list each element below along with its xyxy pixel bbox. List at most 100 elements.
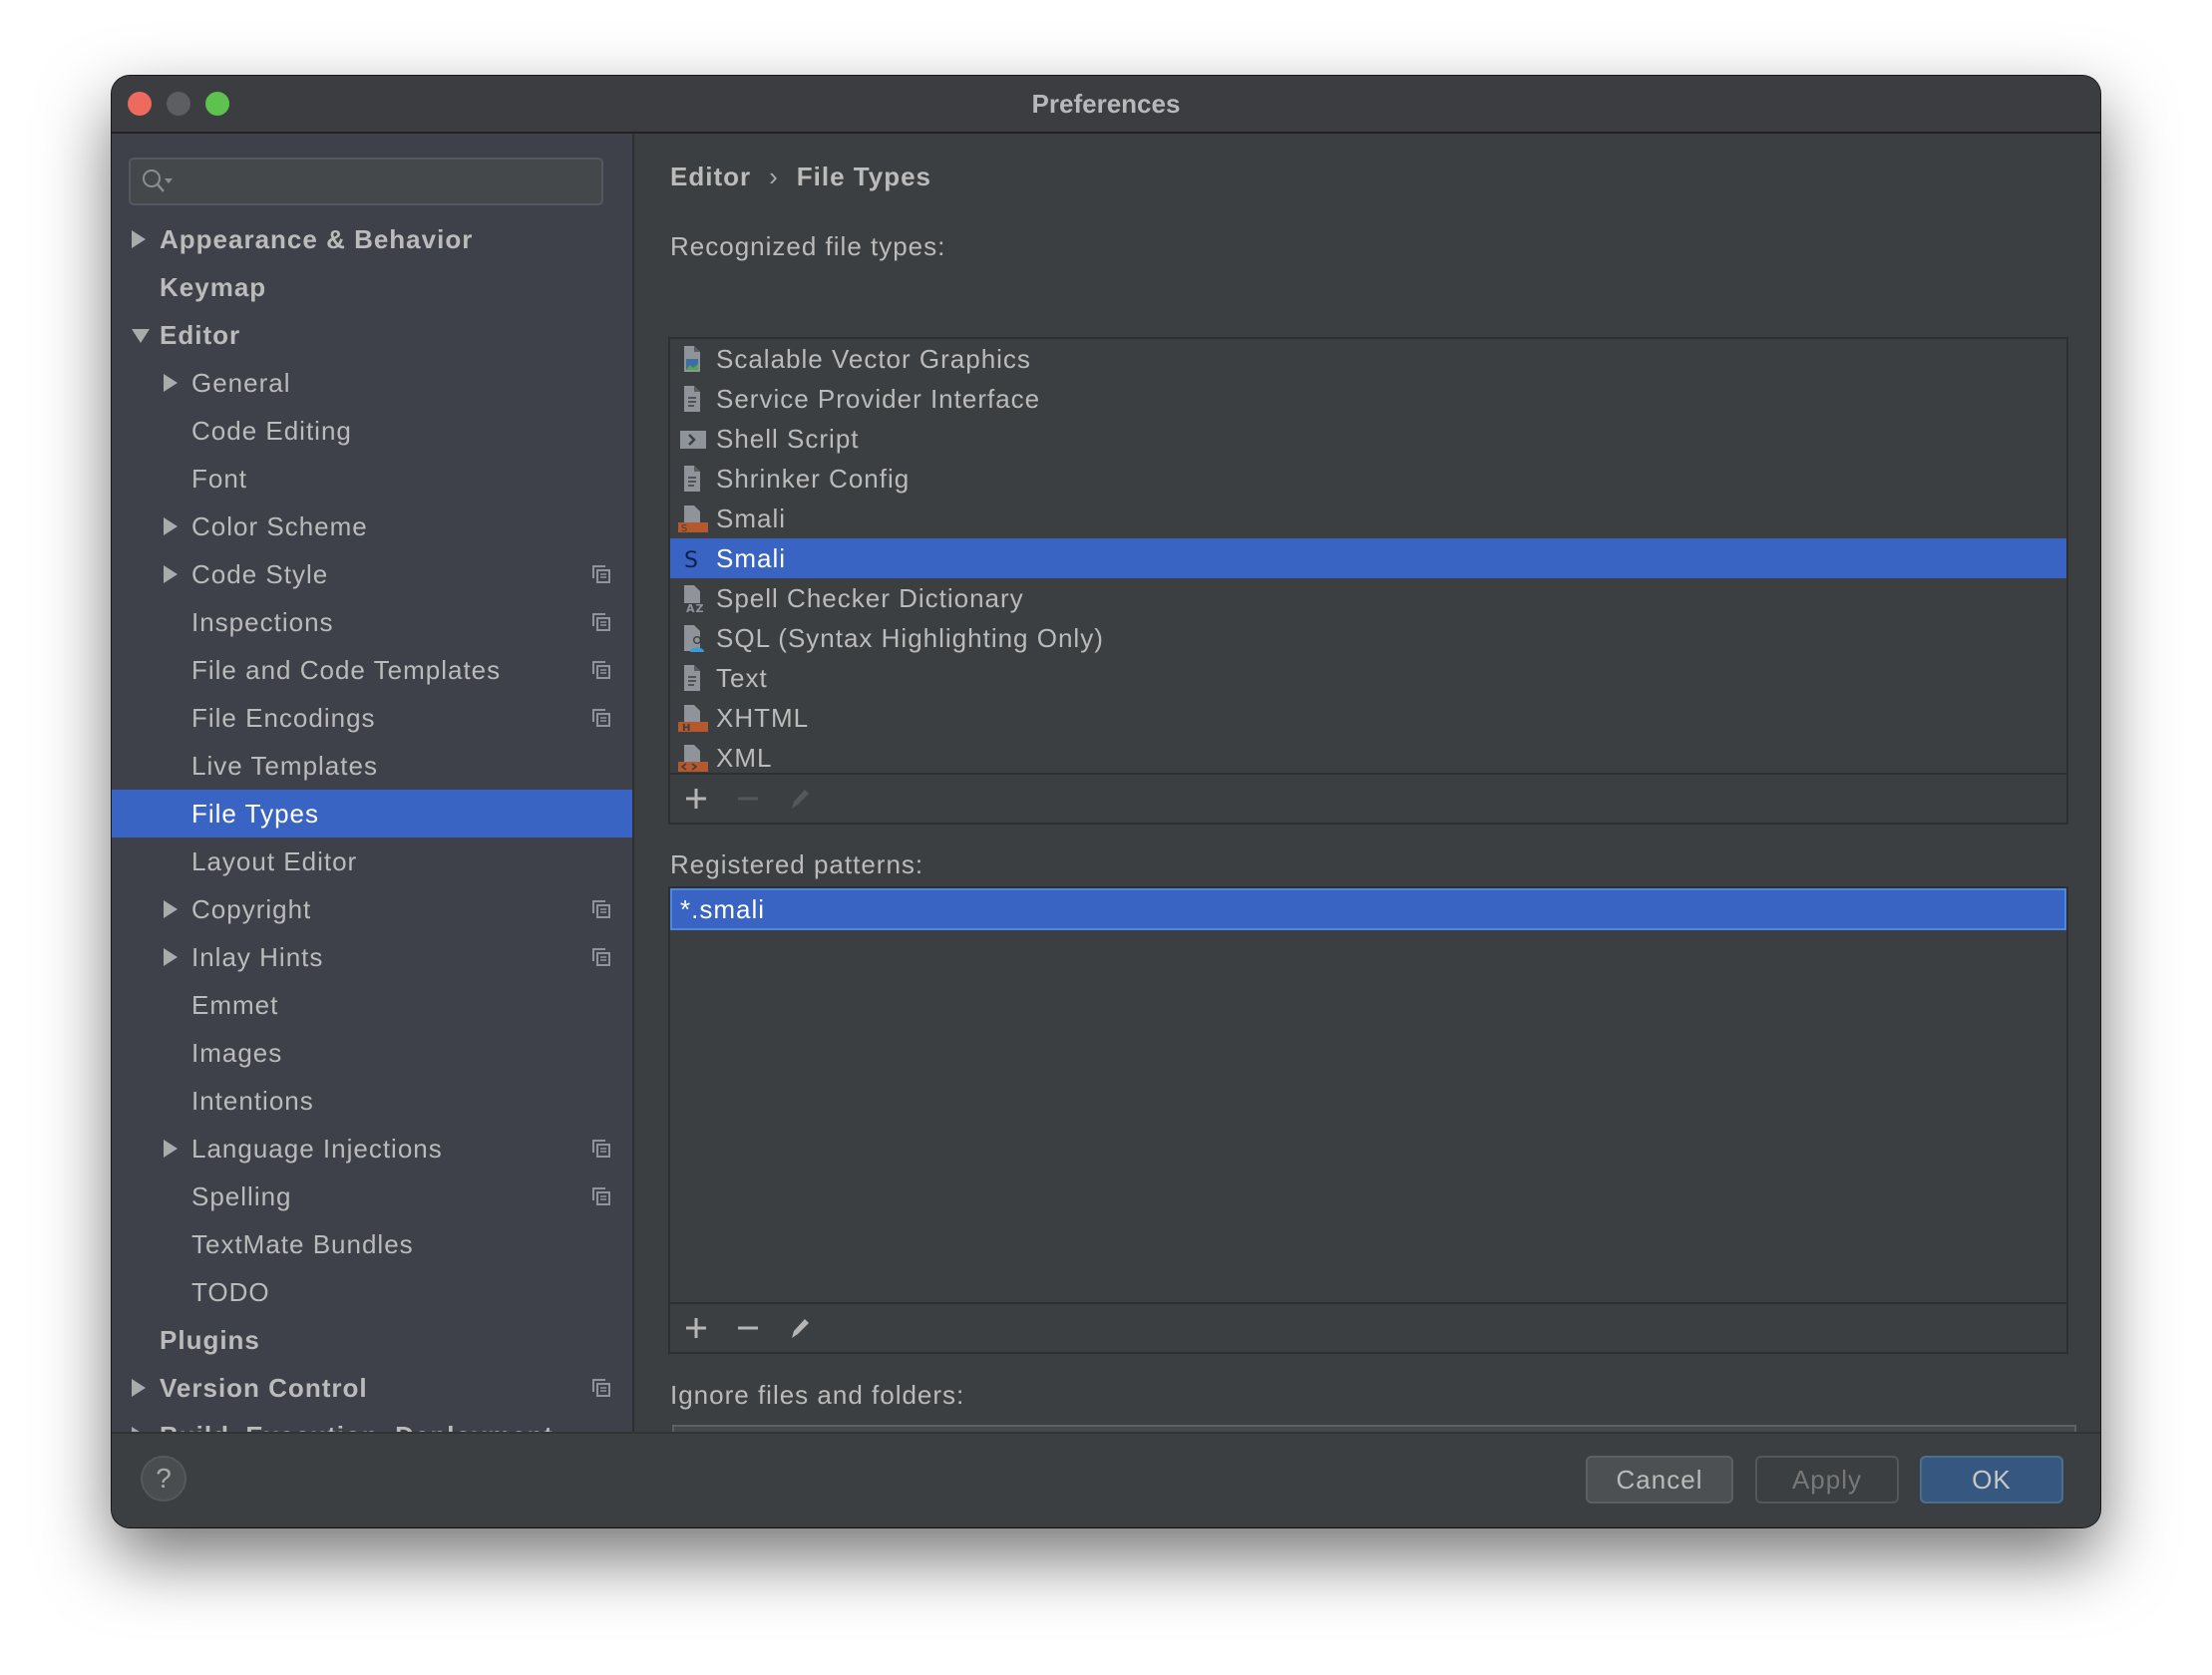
- sql-file-icon: [684, 625, 704, 652]
- breadcrumb-parent[interactable]: Editor: [670, 162, 751, 191]
- sidebar-item-label: Plugins: [160, 1325, 260, 1355]
- file-type-label: Spell Checker Dictionary: [716, 583, 1024, 613]
- search-icon: [143, 169, 173, 192]
- remove-pattern-icon[interactable]: [734, 1314, 762, 1342]
- sidebar-item-label: Emmet: [191, 990, 279, 1020]
- sidebar-item-general[interactable]: General: [112, 359, 632, 407]
- project-level-settings-icon: [592, 1140, 610, 1158]
- sidebar-item-version-control[interactable]: Version Control: [112, 1364, 632, 1412]
- file-type-row[interactable]: Shell Script: [670, 419, 2066, 459]
- file-type-row[interactable]: S Smali: [670, 538, 2066, 578]
- chevron-right-icon[interactable]: [164, 1140, 178, 1158]
- file-type-label: SQL (Syntax Highlighting Only): [716, 623, 1104, 653]
- sidebar-item-label: Editor: [160, 320, 241, 350]
- edit-file-type-icon[interactable]: [786, 785, 814, 813]
- chevron-right-icon[interactable]: [132, 230, 146, 248]
- sidebar-item-code-editing[interactable]: Code Editing: [112, 407, 632, 455]
- sidebar-item-label: File Types: [191, 799, 320, 829]
- add-file-type-icon[interactable]: [682, 785, 710, 813]
- svg-text:H: H: [682, 723, 691, 733]
- file-type-row[interactable]: XML: [670, 738, 2066, 778]
- project-level-settings-icon: [592, 613, 610, 631]
- chevron-right-icon[interactable]: [164, 900, 178, 918]
- file-type-label: Text: [716, 663, 768, 693]
- sidebar-item-copyright[interactable]: Copyright: [112, 885, 632, 933]
- sidebar-item-label: File Encodings: [191, 703, 376, 733]
- sidebar-item-editor[interactable]: Editor: [112, 311, 632, 359]
- sidebar-item-spelling[interactable]: Spelling: [112, 1172, 632, 1220]
- sidebar-item-label: Inspections: [191, 607, 334, 637]
- project-level-settings-icon: [592, 948, 610, 966]
- sidebar-item-label: TextMate Bundles: [191, 1229, 414, 1259]
- sidebar-item-inlay-hints[interactable]: Inlay Hints: [112, 933, 632, 981]
- sidebar-item-textmate-bundles[interactable]: TextMate Bundles: [112, 1220, 632, 1268]
- registered-patterns-label: Registered patterns:: [670, 849, 924, 879]
- sidebar-item-label: Images: [191, 1038, 283, 1068]
- chevron-right-icon[interactable]: [164, 517, 178, 535]
- file-type-label: Smali: [716, 503, 787, 533]
- chevron-down-icon[interactable]: [132, 329, 150, 343]
- sidebar-item-layout-editor[interactable]: Layout Editor: [112, 838, 632, 885]
- help-button[interactable]: ?: [141, 1456, 186, 1502]
- sidebar-item-file-types[interactable]: File Types: [112, 790, 632, 838]
- file-type-row[interactable]: AZ Spell Checker Dictionary: [670, 578, 2066, 618]
- settings-search-input[interactable]: [129, 158, 603, 205]
- ok-button[interactable]: OK: [1920, 1456, 2063, 1504]
- settings-tree: Appearance & Behavior Keymap Editor General…: [112, 215, 632, 1432]
- project-level-settings-icon: [592, 709, 610, 727]
- chevron-right-icon[interactable]: [164, 565, 178, 583]
- sidebar-item-label: Intentions: [191, 1086, 314, 1116]
- file-type-row[interactable]: Scalable Vector Graphics: [670, 339, 2066, 379]
- breadcrumb-current: File Types: [796, 162, 932, 191]
- sidebar-item-plugins[interactable]: Plugins: [112, 1316, 632, 1364]
- sidebar-item-color-scheme[interactable]: Color Scheme: [112, 502, 632, 550]
- recognized-file-types-list[interactable]: Scalable Vector Graphics Service Provider…: [668, 337, 2068, 774]
- file-type-row[interactable]: SQL (Syntax Highlighting Only): [670, 618, 2066, 658]
- ignore-files-label: Ignore files and folders:: [670, 1380, 965, 1410]
- sidebar-item-file-encodings[interactable]: File Encodings: [112, 694, 632, 742]
- recognized-file-types-label: Recognized file types:: [670, 231, 946, 261]
- sidebar-item-build-execution-deployment[interactable]: Build, Execution, Deployment: [112, 1412, 632, 1432]
- chevron-right-icon[interactable]: [164, 374, 178, 392]
- shell-script-icon: [680, 431, 706, 449]
- project-level-settings-icon: [592, 900, 610, 918]
- file-type-row[interactable]: H XHTML: [670, 698, 2066, 738]
- file-type-label: Shell Script: [716, 424, 860, 454]
- project-level-settings-icon: [592, 661, 610, 679]
- chevron-right-icon[interactable]: [132, 1379, 146, 1397]
- sidebar-item-label: TODO: [191, 1277, 270, 1307]
- sidebar-item-code-style[interactable]: Code Style: [112, 550, 632, 598]
- sidebar-item-live-templates[interactable]: Live Templates: [112, 742, 632, 790]
- sidebar-item-file-and-code-templates[interactable]: File and Code Templates: [112, 646, 632, 694]
- file-type-row[interactable]: Text: [670, 658, 2066, 698]
- remove-file-type-icon[interactable]: [734, 785, 762, 813]
- sidebar-item-label: File and Code Templates: [191, 655, 502, 685]
- sidebar-item-language-injections[interactable]: Language Injections: [112, 1125, 632, 1172]
- preferences-window: Preferences Appearance & Behavior Keymap E…: [112, 76, 2100, 1527]
- edit-pattern-icon[interactable]: [786, 1314, 814, 1342]
- pattern-row[interactable]: *.smali: [670, 888, 2066, 930]
- sidebar-item-appearance-behavior[interactable]: Appearance & Behavior: [112, 215, 632, 263]
- text-file-icon: [684, 665, 700, 691]
- sidebar-item-inspections[interactable]: Inspections: [112, 598, 632, 646]
- file-type-row[interactable]: Service Provider Interface: [670, 379, 2066, 419]
- add-pattern-icon[interactable]: [682, 1314, 710, 1342]
- file-type-row[interactable]: S Smali: [670, 499, 2066, 538]
- sidebar-item-label: Keymap: [160, 272, 267, 302]
- file-types-toolbar: [668, 773, 2068, 825]
- sidebar-item-emmet[interactable]: Emmet: [112, 981, 632, 1029]
- sidebar-item-label: Version Control: [160, 1373, 368, 1403]
- sidebar-item-images[interactable]: Images: [112, 1029, 632, 1077]
- file-type-row[interactable]: Shrinker Config: [670, 459, 2066, 499]
- cancel-button[interactable]: Cancel: [1586, 1456, 1733, 1504]
- chevron-right-icon[interactable]: [164, 948, 178, 966]
- sidebar-item-intentions[interactable]: Intentions: [112, 1077, 632, 1125]
- dialog-footer: ? Cancel Apply OK: [112, 1432, 2100, 1527]
- sidebar-item-todo[interactable]: TODO: [112, 1268, 632, 1316]
- sidebar-item-label: Build, Execution, Deployment: [160, 1412, 553, 1432]
- sidebar-item-font[interactable]: Font: [112, 455, 632, 502]
- sidebar-item-label: Color Scheme: [191, 511, 368, 541]
- registered-patterns-list[interactable]: *.smali: [668, 886, 2068, 1303]
- sidebar-item-keymap[interactable]: Keymap: [112, 263, 632, 311]
- apply-button[interactable]: Apply: [1755, 1456, 1899, 1504]
